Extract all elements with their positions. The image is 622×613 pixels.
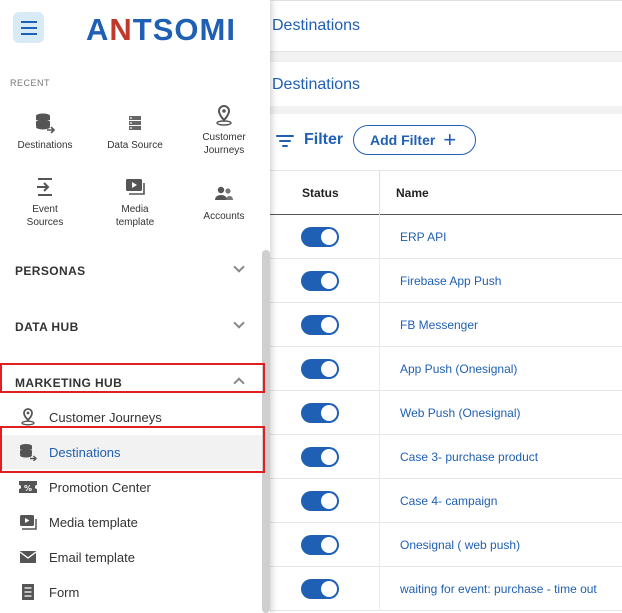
status-toggle[interactable] xyxy=(301,315,339,335)
filter-icon[interactable] xyxy=(276,133,294,149)
column-header-status[interactable]: Status xyxy=(302,186,339,200)
percent-ticket-icon: % xyxy=(17,478,39,496)
sidebar-item-label: Form xyxy=(49,585,80,600)
tab-destinations[interactable]: Destinations xyxy=(272,76,360,94)
column-header-name[interactable]: Name xyxy=(396,186,429,200)
recent-item-label: Event Sources xyxy=(26,204,64,228)
highlight-box-destinations xyxy=(0,426,265,473)
recent-item-label: Media template xyxy=(115,204,155,228)
import-icon xyxy=(34,176,56,198)
column-divider xyxy=(379,171,380,216)
destination-name-link[interactable]: waiting for event: purchase - time out xyxy=(400,582,597,596)
form-icon xyxy=(18,583,38,601)
people-icon xyxy=(213,183,235,205)
destination-name-link[interactable]: ERP API xyxy=(400,230,446,244)
destination-name-link[interactable]: Case 3- purchase product xyxy=(400,450,538,464)
status-toggle[interactable] xyxy=(301,271,339,291)
recent-heading: RECENT xyxy=(10,78,51,88)
envelope-icon xyxy=(18,548,38,566)
destination-name-link[interactable]: Onesignal ( web push) xyxy=(400,538,520,552)
chevron-down-icon[interactable] xyxy=(233,261,245,273)
sidebar-item-label: Promotion Center xyxy=(49,480,151,495)
antsomi-logo: ANTSOMI xyxy=(86,12,236,47)
sidebar-item-label: Email template xyxy=(49,550,135,565)
media-play-icon xyxy=(18,513,38,531)
recent-item-label: Customer Journeys xyxy=(202,132,246,156)
database-arrow-icon xyxy=(34,112,56,134)
destination-name-link[interactable]: Case 4- campaign xyxy=(400,494,497,508)
recent-item-label: Data Source xyxy=(107,140,163,151)
destination-name-link[interactable]: App Push (Onesignal) xyxy=(400,362,517,376)
status-toggle[interactable] xyxy=(301,447,339,467)
location-pin-icon xyxy=(18,408,38,426)
navigation-drawer: ANTSOMI RECENT Destinations Data Source … xyxy=(0,0,270,613)
recent-item-media-template[interactable]: Media template xyxy=(95,176,175,229)
sidebar-item-media-template[interactable]: Media template xyxy=(0,505,262,539)
add-filter-label: Add Filter xyxy=(370,132,436,148)
add-filter-button[interactable]: Add Filter + xyxy=(353,125,476,155)
recent-item-customer-journeys[interactable]: Customer Journeys xyxy=(184,104,264,157)
recent-item-label: Accounts xyxy=(203,211,245,222)
destination-name-link[interactable]: Firebase App Push xyxy=(400,274,501,288)
recent-item-event-sources[interactable]: Event Sources xyxy=(5,176,85,229)
status-toggle[interactable] xyxy=(301,535,339,555)
recent-item-accounts[interactable]: Accounts xyxy=(184,183,264,223)
destination-name-link[interactable]: Web Push (Onesignal) xyxy=(400,406,521,420)
hamburger-menu-icon[interactable] xyxy=(13,12,44,43)
section-personas[interactable]: PERSONAS xyxy=(15,264,86,278)
recent-item-destinations[interactable]: Destinations xyxy=(5,112,85,152)
highlight-box-marketing-hub xyxy=(0,363,265,393)
filter-button[interactable]: Filter xyxy=(304,131,343,149)
media-play-icon xyxy=(124,176,146,198)
chevron-down-icon[interactable] xyxy=(233,317,245,329)
sidebar-item-form[interactable]: Form xyxy=(0,575,262,609)
page-title: Destinations xyxy=(272,17,361,34)
destination-name-link[interactable]: FB Messenger xyxy=(400,318,478,332)
status-toggle[interactable] xyxy=(301,403,339,423)
sidebar-item-email-template[interactable]: Email template xyxy=(0,540,262,574)
section-data-hub[interactable]: DATA HUB xyxy=(15,320,79,334)
plus-icon: + xyxy=(443,127,457,152)
status-toggle[interactable] xyxy=(301,579,339,599)
status-toggle[interactable] xyxy=(301,227,339,247)
recent-item-data-source[interactable]: Data Source xyxy=(95,112,175,152)
sidebar-item-promotion-center[interactable]: % Promotion Center xyxy=(0,470,262,504)
sidebar-item-label: Media template xyxy=(49,515,138,530)
status-toggle[interactable] xyxy=(301,359,339,379)
location-pin-icon xyxy=(213,104,235,126)
server-icon xyxy=(124,112,146,134)
sidebar-item-label: Customer Journeys xyxy=(49,410,162,425)
recent-item-label: Destinations xyxy=(17,140,73,151)
svg-text:%: % xyxy=(24,484,32,493)
status-toggle[interactable] xyxy=(301,491,339,511)
